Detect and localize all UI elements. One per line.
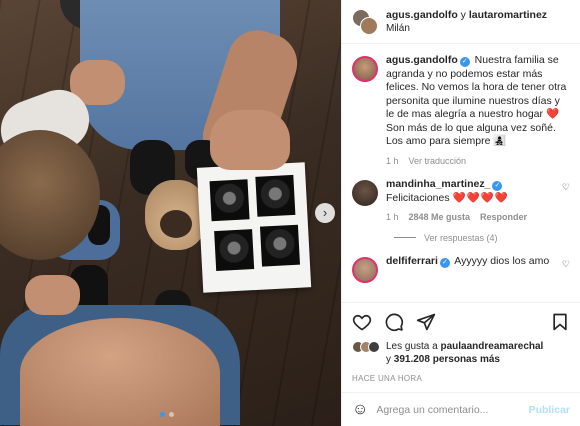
comment-username[interactable]: delfiferrari: [386, 255, 438, 267]
location-link[interactable]: Milán: [386, 22, 547, 35]
post-timestamp[interactable]: HACE UNA HORA: [342, 366, 580, 392]
comment-like-heart-icon[interactable]: ♡: [562, 259, 570, 283]
carousel-dots: [160, 412, 174, 417]
caption-time[interactable]: 1 h: [386, 155, 399, 169]
bookmark-icon[interactable]: [550, 312, 570, 332]
mother-hand: [25, 275, 80, 315]
post-side-panel: agus.gandolfo y lautaromartinez Milán ag…: [341, 0, 580, 426]
instagram-post-view: › agus.gandolfo y lautaromartinez Milán: [0, 0, 580, 426]
share-icon[interactable]: [416, 312, 436, 332]
caption-username[interactable]: agus.gandolfo: [386, 54, 458, 66]
carousel-dot: [169, 412, 174, 417]
view-replies[interactable]: Ver respuestas (4): [394, 233, 570, 243]
likes-user[interactable]: paulaandreamarechal: [441, 341, 544, 352]
comments-list: agus.gandolfo ✓ Nuestra familia se agrand…: [342, 44, 580, 302]
comment-likes[interactable]: 2848 Me gusta: [409, 211, 471, 225]
caption-emojis: 👩‍👧‍👦: [493, 135, 507, 147]
avatar[interactable]: [352, 56, 378, 82]
father-right-hand: [210, 110, 290, 170]
comment-hearts: ❤️❤️❤️❤️: [452, 191, 509, 204]
ultrasound-scan: [259, 224, 301, 267]
ultrasound-scan: [209, 179, 250, 222]
avatar: [368, 341, 380, 353]
comment: delfiferrari ✓ Ayyyyy dios los amo ♡: [352, 255, 570, 283]
pug-face: [160, 210, 192, 238]
verified-icon: ✓: [492, 181, 503, 191]
post-photo[interactable]: ›: [0, 0, 341, 426]
header-connector: y: [460, 8, 466, 21]
likes-connector: y: [386, 354, 391, 365]
reply-button[interactable]: Responder: [480, 211, 527, 225]
collab-avatars[interactable]: [352, 8, 378, 35]
likes-text: Les gusta a paulaandreamarechal y 391.20…: [386, 340, 543, 366]
verified-icon: ✓: [439, 257, 450, 268]
comment-body: delfiferrari ✓ Ayyyyy dios los amo: [386, 255, 554, 283]
comment-username[interactable]: mandinha_martinez_: [386, 178, 490, 190]
likes-prefix: Les gusta a: [386, 341, 438, 352]
post-header: agus.gandolfo y lautaromartinez Milán: [342, 0, 580, 44]
liker-avatars: [352, 341, 380, 353]
likes-count[interactable]: 391.208 personas más: [394, 354, 500, 365]
caption-meta: 1 h Ver traducción: [386, 155, 570, 169]
see-translation-link[interactable]: Ver traducción: [409, 155, 467, 169]
caption-line2: Son más de lo que alguna vez soñé. Los a…: [386, 121, 556, 148]
heart-icon[interactable]: [352, 312, 372, 332]
pregnant-belly: [20, 318, 220, 426]
view-replies-label: Ver respuestas (4): [424, 232, 498, 243]
comment-icon[interactable]: [384, 312, 404, 332]
ultrasound-scan: [214, 229, 255, 272]
avatar[interactable]: [352, 256, 378, 283]
header-text: agus.gandolfo y lautaromartinez Milán: [386, 9, 547, 35]
comment-body: mandinha_martinez_ ✓ Felicitaciones ❤️❤️❤…: [386, 178, 554, 225]
comment-meta: 1 h 2848 Me gusta Responder: [386, 211, 554, 225]
verified-icon: ✓: [459, 57, 470, 67]
likes-summary: Les gusta a paulaandreamarechal y 391.20…: [342, 340, 580, 366]
publish-button[interactable]: Publicar: [529, 404, 570, 416]
carousel-dot: [160, 412, 165, 417]
header-user1[interactable]: agus.gandolfo: [386, 9, 458, 21]
comment: mandinha_martinez_ ✓ Felicitaciones ❤️❤️❤…: [352, 178, 570, 225]
caption: agus.gandolfo ✓ Nuestra familia se agrand…: [352, 54, 570, 168]
ultrasound-scan: [255, 174, 296, 217]
caption-heart: ❤️: [545, 108, 561, 120]
ultrasound-sheet: [196, 162, 312, 293]
comment-like-heart-icon[interactable]: ♡: [562, 182, 570, 225]
header-users: agus.gandolfo y lautaromartinez: [386, 9, 547, 22]
header-user2[interactable]: lautaromartinez: [469, 9, 547, 21]
avatar[interactable]: [352, 180, 378, 206]
comment-text: Ayyyyy dios los amo: [454, 254, 550, 267]
avatar: [360, 16, 378, 35]
chevron-right-icon[interactable]: ›: [315, 203, 335, 223]
smiley-icon[interactable]: ☺: [352, 401, 368, 419]
action-bar: [342, 302, 580, 340]
replies-line: [394, 237, 416, 238]
caption-body: agus.gandolfo ✓ Nuestra familia se agrand…: [386, 54, 570, 168]
comment-time[interactable]: 1 h: [386, 211, 399, 225]
comment-text: Felicitaciones: [386, 191, 450, 204]
add-comment-bar: ☺ Publicar: [342, 392, 580, 426]
comment-input[interactable]: [376, 403, 521, 416]
